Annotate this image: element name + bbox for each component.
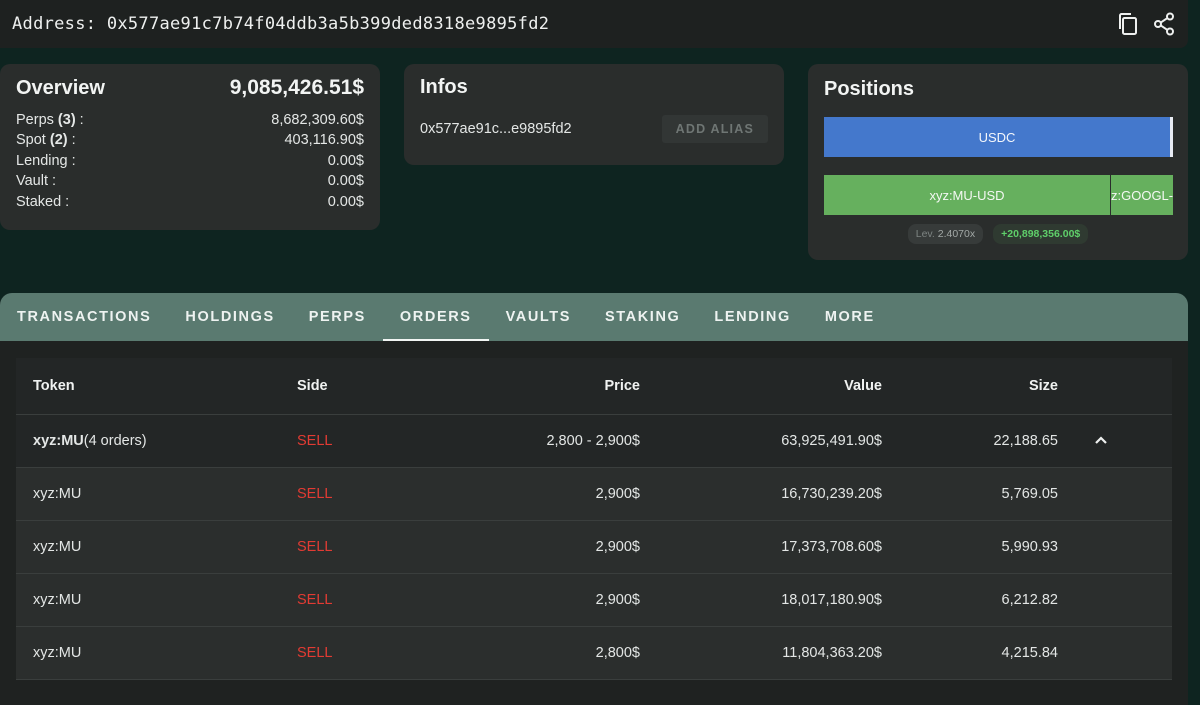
positions-card: Positions USDC xyz:MU-USD z:GOOGL-U Lev.… — [808, 64, 1188, 260]
table-row[interactable]: xyz:MU SELL 2,900$ 18,017,180.90$ 6,212.… — [16, 574, 1172, 627]
row-price: 2,900$ — [595, 539, 640, 555]
table-row[interactable]: xyz:MU SELL 2,900$ 17,373,708.60$ 5,990.… — [16, 521, 1172, 574]
table-row[interactable]: xyz:MU SELL 2,800$ 11,804,363.20$ 4,215.… — [16, 627, 1172, 680]
header-token[interactable]: Token — [16, 378, 280, 394]
row-side: SELL — [297, 486, 333, 502]
leverage-badge: Lev. 2.4070x — [907, 224, 984, 244]
overview-row-lending: Lending : 0.00$ — [16, 151, 364, 171]
tab-more[interactable]: MORE — [808, 293, 892, 341]
infos-row: 0x577ae91c...e9895fd2 ADD ALIAS — [420, 115, 768, 143]
share-icon[interactable] — [1152, 12, 1176, 36]
address-actions — [1116, 12, 1176, 36]
overview-title: Overview — [16, 77, 105, 99]
positions-title: Positions — [824, 78, 915, 100]
overview-row-label: Vault : — [16, 173, 57, 190]
row-value: 16,730,239.20$ — [781, 486, 882, 502]
tab-holdings[interactable]: HOLDINGS — [168, 293, 291, 341]
group-size: 22,188.65 — [993, 433, 1058, 449]
order-group-row[interactable]: xyz:MU(4 orders) SELL 2,800 - 2,900$ 63,… — [16, 415, 1172, 468]
collapse-button[interactable] — [1058, 433, 1172, 449]
overview-row-perps: Perps (3) : 8,682,309.60$ — [16, 110, 364, 130]
mu-position-segment[interactable]: xyz:MU-USD — [824, 175, 1110, 215]
row-value: 11,804,363.20$ — [782, 645, 882, 661]
row-value: 17,373,708.60$ — [781, 539, 882, 555]
infos-title: Infos — [420, 76, 468, 98]
overview-row-staked: Staked : 0.00$ — [16, 192, 364, 212]
row-token: xyz:MU — [33, 486, 82, 502]
row-price: 2,900$ — [595, 592, 640, 608]
table-row[interactable]: xyz:MU SELL 2,900$ 16,730,239.20$ 5,769.… — [16, 468, 1172, 521]
tab-transactions[interactable]: TRANSACTIONS — [0, 293, 168, 341]
googl-position-segment[interactable]: z:GOOGL-U — [1110, 175, 1173, 215]
row-token: xyz:MU — [33, 592, 82, 608]
copy-icon[interactable] — [1116, 12, 1140, 36]
header-side[interactable]: Side — [280, 378, 450, 394]
group-token: xyz:MU(4 orders) — [33, 433, 147, 449]
orders-table: Token Side Price Value Size xyz:MU(4 ord… — [16, 358, 1172, 680]
group-price: 2,800 - 2,900$ — [546, 433, 640, 449]
usdc-position-bar[interactable]: USDC — [824, 117, 1173, 157]
usdc-segment-remainder — [1170, 117, 1173, 157]
pnl-badge: +20,898,356.00$ — [993, 224, 1089, 244]
tab-orders[interactable]: ORDERS — [382, 293, 489, 341]
table-header: Token Side Price Value Size — [16, 358, 1172, 415]
chevron-up-icon — [1094, 433, 1108, 449]
row-value: 18,017,180.90$ — [781, 592, 882, 608]
overview-row-value: 0.00$ — [327, 193, 364, 210]
overview-row-label: Perps (3) : — [16, 112, 84, 128]
address-text: Address: 0x577ae91c7b74f04ddb3a5b399ded8… — [12, 14, 550, 34]
group-value: 63,925,491.90$ — [781, 433, 882, 449]
overview-total: 9,085,426.51$ — [229, 76, 364, 99]
header-value[interactable]: Value — [640, 378, 882, 394]
tab-bar: TRANSACTIONS HOLDINGS PERPS ORDERS VAULT… — [0, 293, 1188, 341]
overview-row-spot: Spot (2) : 403,116.90$ — [16, 130, 364, 150]
header-size[interactable]: Size — [882, 378, 1058, 394]
row-side: SELL — [297, 645, 333, 661]
row-price: 2,800$ — [595, 645, 640, 661]
usdc-segment-label: USDC — [978, 129, 1016, 145]
row-side: SELL — [297, 592, 333, 608]
row-size: 5,769.05 — [1001, 486, 1058, 502]
overview-header: Overview 9,085,426.51$ — [16, 76, 364, 100]
infos-card: Infos 0x577ae91c...e9895fd2 ADD ALIAS — [404, 64, 784, 165]
overview-row-label: Staked : — [16, 193, 70, 210]
row-price: 2,900$ — [595, 486, 640, 502]
tabs-panel: TRANSACTIONS HOLDINGS PERPS ORDERS VAULT… — [0, 293, 1188, 705]
overview-row-value: 0.00$ — [327, 152, 364, 169]
row-size: 4,215.84 — [1001, 645, 1058, 661]
row-size: 5,990.93 — [1001, 539, 1058, 555]
overview-row-value: 403,116.90$ — [284, 132, 364, 149]
row-token: xyz:MU — [33, 645, 82, 661]
tab-lending[interactable]: LENDING — [697, 293, 807, 341]
perps-position-bar: xyz:MU-USD z:GOOGL-U — [824, 175, 1173, 215]
header-price[interactable]: Price — [450, 378, 640, 394]
short-address: 0x577ae91c...e9895fd2 — [420, 121, 572, 137]
overview-row-vault: Vault : 0.00$ — [16, 171, 364, 191]
overview-row-value: 8,682,309.60$ — [271, 112, 364, 128]
overview-row-value: 0.00$ — [327, 173, 364, 190]
row-size: 6,212.82 — [1001, 592, 1058, 608]
tab-vaults[interactable]: VAULTS — [489, 293, 588, 341]
overview-row-label: Spot (2) : — [16, 132, 76, 149]
tab-staking[interactable]: STAKING — [588, 293, 697, 341]
tab-perps[interactable]: PERPS — [292, 293, 383, 341]
group-side: SELL — [297, 433, 333, 449]
position-badges: Lev. 2.4070x +20,898,356.00$ — [808, 224, 1188, 244]
row-token: xyz:MU — [33, 539, 82, 555]
add-alias-button[interactable]: ADD ALIAS — [661, 115, 768, 143]
overview-row-label: Lending : — [16, 152, 76, 169]
overview-card: Overview 9,085,426.51$ Perps (3) : 8,682… — [0, 64, 380, 230]
address-bar: Address: 0x577ae91c7b74f04ddb3a5b399ded8… — [0, 0, 1188, 48]
row-side: SELL — [297, 539, 333, 555]
